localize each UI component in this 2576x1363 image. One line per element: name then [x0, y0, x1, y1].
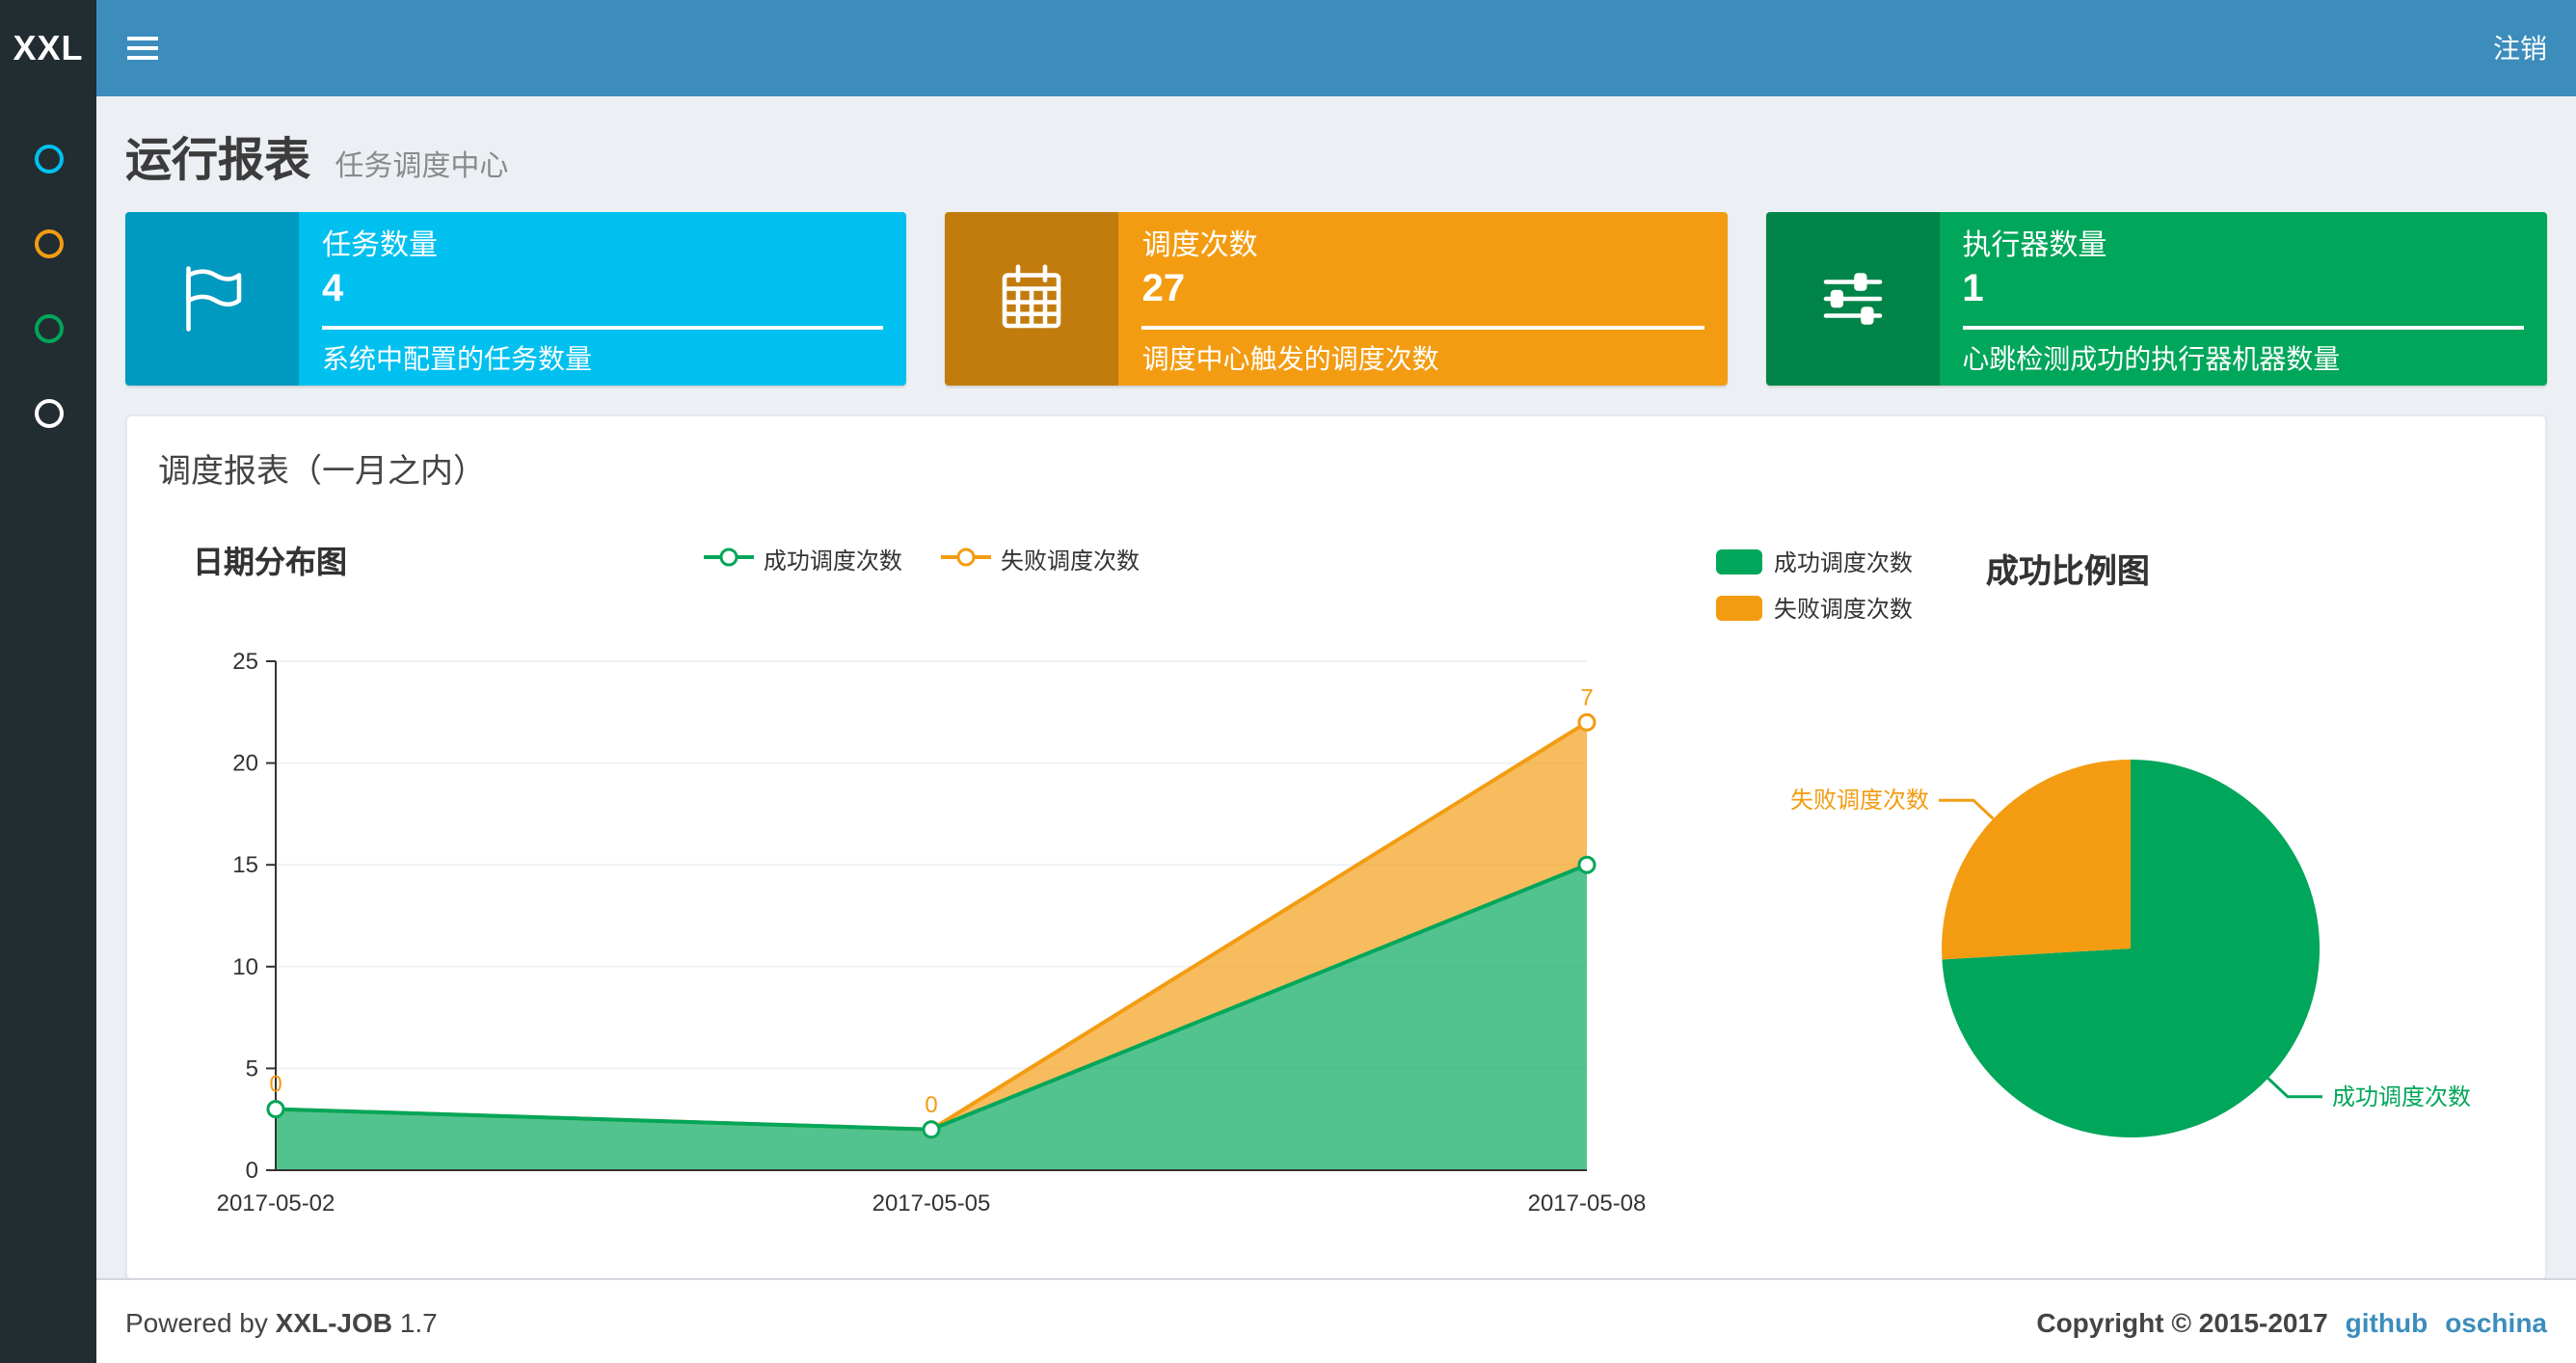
page-title-text: 运行报表: [125, 135, 310, 187]
line-chart-header: 日期分布图 成功调度次数 失败调度次数: [170, 530, 1674, 588]
info-box-executors: 执行器数量 1 心跳检测成功的执行器机器数量: [1765, 212, 2547, 386]
circle-icon: [34, 144, 63, 173]
powered-by: Powered by XXL-JOB 1.7: [125, 1306, 438, 1337]
info-box-value: 1: [1962, 268, 1984, 310]
footer-right: Copyright © 2015-2017 github oschina: [2036, 1306, 2547, 1337]
github-link[interactable]: github: [2346, 1306, 2428, 1337]
sidebar-item-3[interactable]: [0, 285, 96, 370]
line-chart-title: 日期分布图: [193, 548, 348, 580]
content-header: 运行报表 任务调度中心: [96, 96, 2576, 189]
svg-text:7: 7: [1580, 684, 1593, 710]
legend-swatch: [1715, 549, 1762, 575]
product-name: XXL-JOB: [275, 1306, 393, 1337]
legend-label: 成功调度次数: [763, 547, 902, 574]
info-box-progress: [322, 326, 884, 330]
legend-line-marker: [703, 545, 754, 574]
success-ratio-chart[interactable]: 成功调度次数 失败调度次数: [1716, 625, 2545, 1188]
date-distribution-section: 日期分布图 成功调度次数 失败调度次数 0 5 10 15 20 25 2017…: [143, 515, 1674, 1243]
svg-text:2017-05-02: 2017-05-02: [217, 1190, 335, 1216]
sidebar-item-1[interactable]: [0, 116, 96, 200]
legend-swatch: [1715, 596, 1762, 621]
report-panel: 调度报表（一月之内） 日期分布图 成功调度次数 失败调度次数 0 5 10 15…: [125, 414, 2547, 1278]
svg-text:2017-05-08: 2017-05-08: [1528, 1190, 1647, 1216]
legend-label: 失败调度次数: [1773, 596, 1913, 623]
app-root: XXL 注销 运行报表 任务调度中心 任务数量 4 系统中配置的任务数量 调度次…: [0, 0, 2576, 1363]
svg-text:0: 0: [269, 1072, 282, 1098]
logout-link[interactable]: 注销: [2464, 0, 2576, 96]
info-box-triggers: 调度次数 27 调度中心触发的调度次数: [945, 212, 1728, 386]
svg-text:2017-05-05: 2017-05-05: [872, 1190, 991, 1216]
sidebar-menu: [0, 96, 96, 455]
info-box-content: 调度次数 27 调度中心触发的调度次数: [1119, 212, 1728, 386]
calendar-icon: [945, 212, 1119, 386]
svg-text:25: 25: [232, 649, 258, 675]
pie-chart-title: 成功比例图: [1985, 553, 2150, 590]
legend-item-success[interactable]: 成功调度次数: [1715, 546, 1913, 578]
legend-item-fail[interactable]: 失败调度次数: [1715, 592, 1913, 625]
navbar: 注销: [96, 0, 2576, 96]
circle-icon: [34, 228, 63, 257]
info-box-row: 任务数量 4 系统中配置的任务数量 调度次数 27 调度中心触发的调度次数 执行…: [96, 189, 2576, 386]
page-title: 运行报表 任务调度中心: [125, 121, 2547, 189]
svg-text:5: 5: [246, 1056, 258, 1082]
hamburger-icon: [127, 37, 158, 60]
info-box-label: 调度次数: [1141, 229, 1258, 262]
page-subtitle: 任务调度中心: [335, 150, 509, 183]
info-box-content: 任务数量 4 系统中配置的任务数量: [299, 212, 907, 386]
sidebar: [0, 96, 96, 1363]
svg-text:失败调度次数: 失败调度次数: [1790, 788, 1929, 814]
sliders-icon: [1765, 212, 1940, 386]
legend-item-fail[interactable]: 失败调度次数: [940, 543, 1140, 575]
svg-text:10: 10: [232, 954, 258, 980]
pie-chart-legend: 成功调度次数 失败调度次数: [1715, 546, 1913, 625]
info-box-value: 27: [1141, 268, 1186, 310]
copyright: Copyright © 2015-2017: [2036, 1306, 2328, 1337]
powered-prefix: Powered by: [125, 1306, 268, 1337]
info-box-label: 任务数量: [322, 229, 439, 262]
product-version: 1.7: [399, 1306, 438, 1337]
panel-body: 日期分布图 成功调度次数 失败调度次数 0 5 10 15 20 25 2017…: [127, 499, 2545, 1278]
sidebar-toggle-button[interactable]: [96, 0, 189, 96]
svg-text:15: 15: [232, 852, 258, 878]
svg-text:成功调度次数: 成功调度次数: [2332, 1084, 2471, 1110]
info-box-description: 调度中心触发的调度次数: [1141, 343, 1439, 374]
legend-label: 失败调度次数: [1000, 547, 1140, 574]
legend-label: 成功调度次数: [1773, 549, 1913, 576]
info-box-description: 心跳检测成功的执行器机器数量: [1962, 343, 2341, 374]
legend-line-marker: [940, 545, 991, 574]
panel-title: 调度报表（一月之内）: [158, 453, 486, 490]
content: 运行报表 任务调度中心 任务数量 4 系统中配置的任务数量 调度次数 27 调度…: [96, 96, 2576, 1278]
sidebar-item-2[interactable]: [0, 200, 96, 285]
app-logo[interactable]: XXL: [0, 0, 96, 96]
info-box-value: 4: [322, 268, 344, 310]
footer: Powered by XXL-JOB 1.7 Copyright © 2015-…: [96, 1278, 2576, 1363]
info-box-label: 执行器数量: [1962, 229, 2107, 262]
circle-icon: [34, 313, 63, 342]
svg-text:20: 20: [232, 751, 258, 777]
svg-text:0: 0: [246, 1158, 258, 1184]
info-box-content: 执行器数量 1 心跳检测成功的执行器机器数量: [1939, 212, 2547, 386]
date-distribution-chart[interactable]: 05101520252017-05-02 2017-05-05 2017-05-08…: [170, 607, 1674, 1243]
circle-icon: [34, 398, 63, 427]
info-box-description: 系统中配置的任务数量: [322, 343, 592, 374]
svg-text:0: 0: [925, 1092, 937, 1118]
top-navbar: XXL 注销: [0, 0, 2576, 96]
info-box-progress: [1962, 326, 2524, 330]
info-box-jobs: 任务数量 4 系统中配置的任务数量: [125, 212, 907, 386]
success-ratio-section: 成功调度次数 失败调度次数 成功比例图 成功调度次数 失败调度次数: [1674, 515, 2561, 1243]
info-box-progress: [1141, 326, 1704, 330]
oschina-link[interactable]: oschina: [2445, 1306, 2547, 1337]
legend-item-success[interactable]: 成功调度次数: [703, 543, 902, 575]
line-chart-legend: 成功调度次数 失败调度次数: [170, 543, 1674, 575]
flag-icon: [125, 212, 299, 386]
panel-header: 调度报表（一月之内）: [127, 416, 2545, 499]
sidebar-item-4[interactable]: [0, 370, 96, 455]
pie-chart-header: 成功调度次数 失败调度次数 成功比例图: [1715, 546, 2545, 625]
